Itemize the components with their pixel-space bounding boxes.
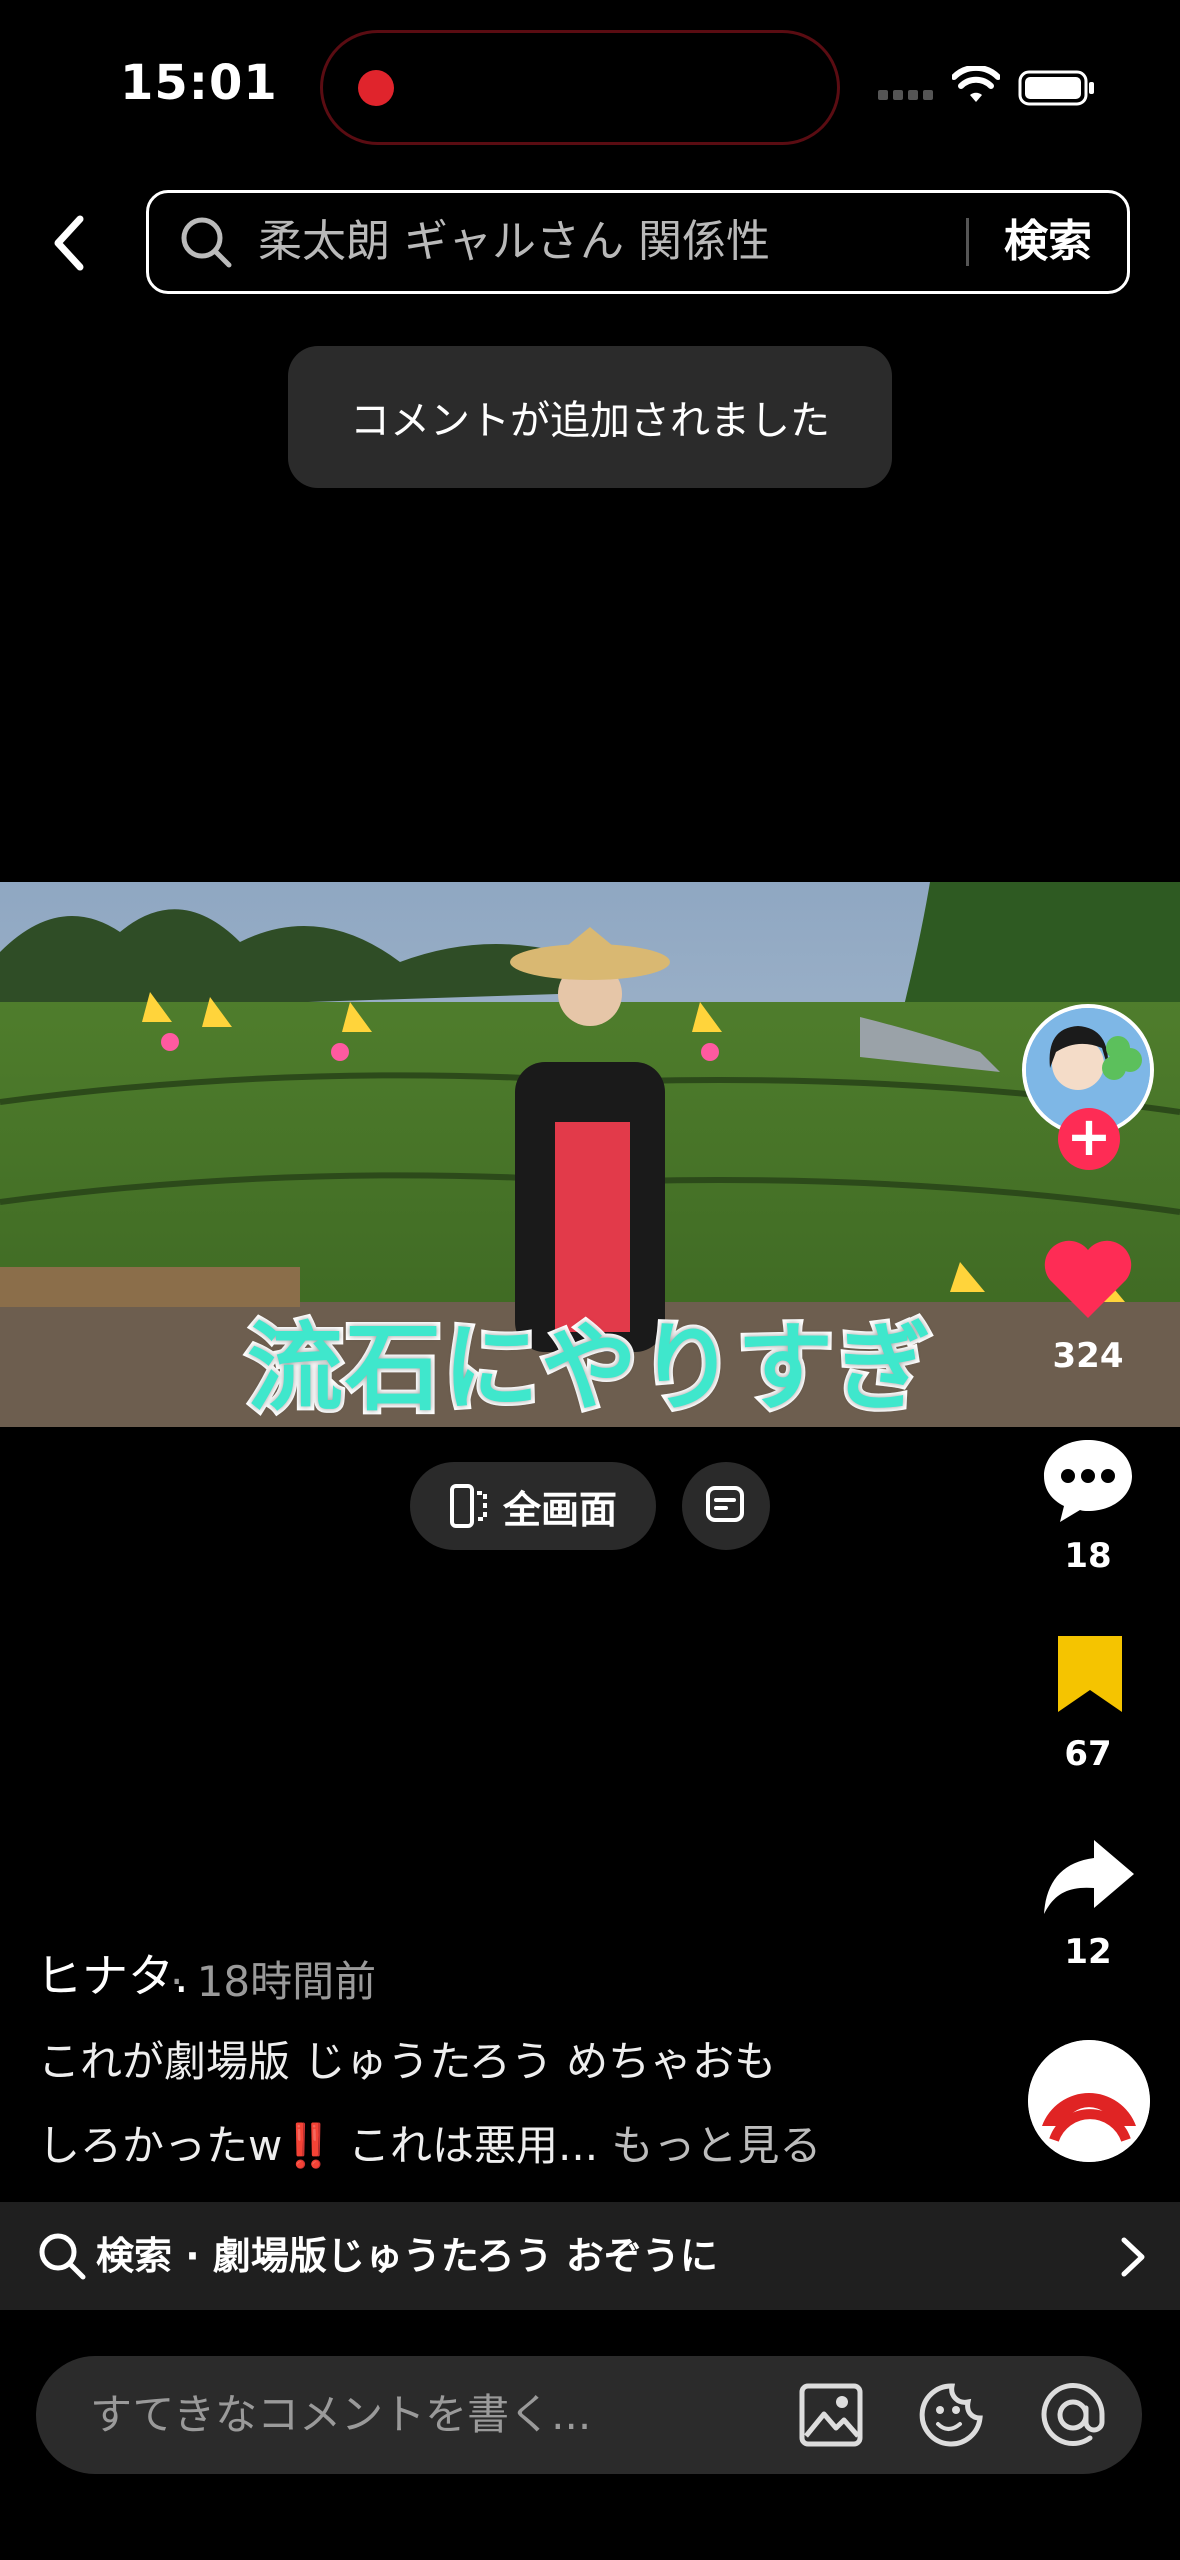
fullscreen-button[interactable]: 全画面 (410, 1462, 656, 1550)
image-icon[interactable] (796, 2380, 866, 2450)
fullscreen-label: 全画面 (502, 1487, 617, 1532)
see-more-link[interactable]: もっと見る (598, 2121, 821, 2170)
back-button[interactable] (38, 208, 98, 278)
toast-message: コメントが追加されました (350, 398, 830, 444)
chevron-left-icon (54, 215, 84, 271)
message-edit-icon (706, 1486, 744, 1522)
video-caption: 流石にやりすぎ (243, 1308, 935, 1428)
danmaku-toggle-button[interactable] (682, 1462, 770, 1550)
heart-icon[interactable] (1038, 1230, 1138, 1330)
bookmark-count: 67 (1064, 1734, 1112, 1774)
follow-plus-button[interactable]: + (1058, 1108, 1120, 1170)
chevron-right-icon[interactable] (1112, 2232, 1152, 2282)
double-exclamation-emoji: ‼️ (282, 2121, 335, 2170)
battery-icon (1018, 70, 1094, 106)
dynamic-island (320, 30, 840, 145)
sound-logo-icon (1028, 2040, 1150, 2162)
comment-input-placeholder[interactable]: すてきなコメントを書く... (90, 2385, 591, 2445)
search-divider (966, 218, 969, 266)
comment-icon[interactable] (1038, 1430, 1138, 1530)
status-time: 15:01 (120, 55, 278, 111)
recording-indicator-icon (358, 70, 394, 106)
like-count: 324 (1052, 1336, 1124, 1376)
search-icon (181, 217, 232, 268)
sticker-icon[interactable] (916, 2380, 986, 2450)
cellular-signal-icon (878, 85, 938, 100)
bookmark-icon[interactable] (1048, 1632, 1132, 1716)
search-submit-button[interactable]: 検索 (1004, 210, 1092, 274)
description-line-2: しろかったw (38, 2121, 283, 2170)
description-line-1: これが劇場版 じゅうたろう めちゃおも (38, 2037, 777, 2086)
share-count: 12 (1064, 1932, 1112, 1972)
share-arrow-icon[interactable] (1038, 1828, 1138, 1928)
author-name[interactable]: ヒナタ. (36, 1940, 189, 2006)
post-time: · 18時間前 (170, 1957, 377, 2006)
mention-at-icon[interactable] (1036, 2378, 1110, 2452)
related-search-label[interactable]: 検索 · 劇場版じゅうたろう おぞうに (96, 2226, 718, 2286)
search-icon (39, 2233, 86, 2280)
search-query-text[interactable]: 柔太朗 ギャルさん 関係性 (258, 210, 770, 274)
music-disc-icon[interactable] (1028, 2040, 1150, 2162)
fullscreen-icon (449, 1484, 487, 1528)
toast-notification: コメントが追加されました (288, 346, 892, 488)
comment-count: 18 (1064, 1536, 1112, 1576)
wifi-icon (952, 66, 1000, 102)
post-description[interactable]: これが劇場版 じゅうたろう めちゃおも しろかったw‼️ これは悪用... もっ… (38, 2020, 918, 2188)
description-line-2b: これは悪用... (334, 2121, 599, 2170)
